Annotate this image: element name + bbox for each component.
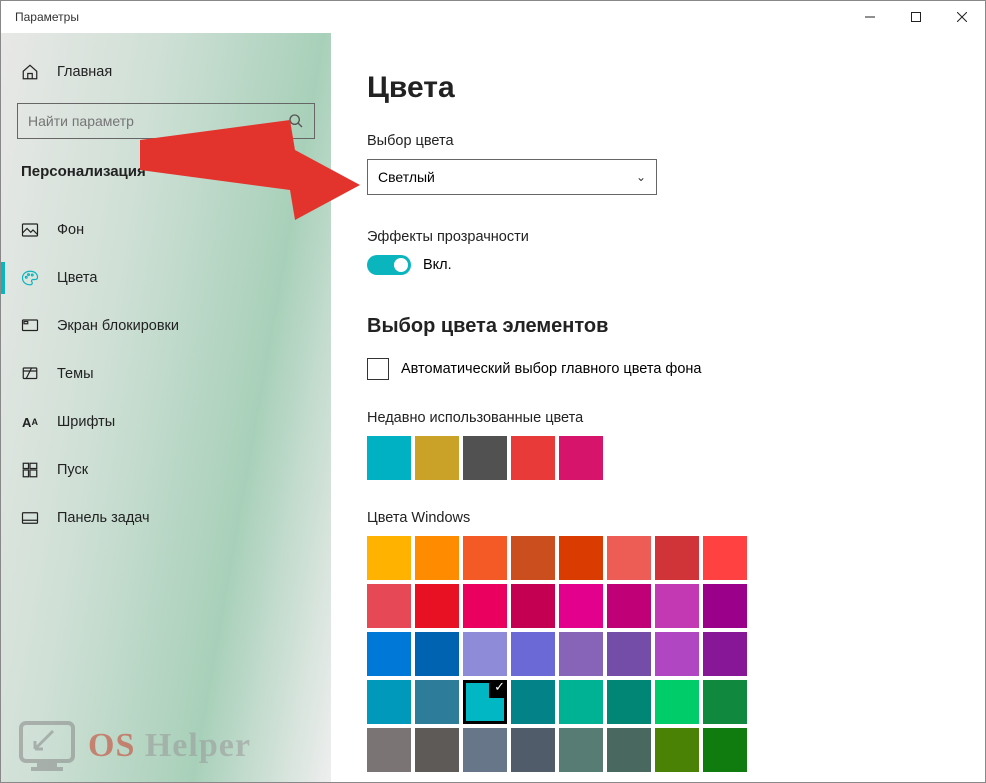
nav-fonts[interactable]: AA Шрифты [17, 398, 315, 446]
nav-themes[interactable]: Темы [17, 350, 315, 398]
color-swatch[interactable] [415, 584, 459, 628]
auto-color-checkbox[interactable] [367, 358, 389, 380]
color-swatch[interactable] [703, 680, 747, 724]
color-swatch[interactable] [559, 536, 603, 580]
color-swatch[interactable] [559, 728, 603, 772]
color-swatch[interactable] [367, 728, 411, 772]
color-swatch[interactable] [367, 536, 411, 580]
accent-heading: Выбор цвета элементов [367, 315, 985, 338]
windows-colors-label: Цвета Windows [367, 510, 985, 526]
color-swatch[interactable]: ✓ [463, 680, 507, 724]
transparency-toggle[interactable] [367, 255, 411, 275]
picture-icon [21, 221, 39, 239]
color-swatch[interactable] [655, 680, 699, 724]
nav-label: Темы [57, 366, 94, 382]
nav-colors[interactable]: Цвета [17, 254, 315, 302]
home-label: Главная [57, 64, 112, 80]
color-swatch[interactable] [511, 728, 555, 772]
color-swatch[interactable] [703, 584, 747, 628]
recent-color-swatch[interactable] [463, 436, 507, 480]
color-swatch[interactable] [511, 536, 555, 580]
search-input[interactable] [28, 113, 288, 129]
color-swatch[interactable] [463, 632, 507, 676]
close-button[interactable] [939, 1, 985, 33]
color-swatch[interactable] [415, 632, 459, 676]
start-icon [21, 461, 39, 479]
fonts-icon: AA [21, 413, 39, 431]
home-icon [21, 63, 39, 81]
lockscreen-icon [21, 317, 39, 335]
recent-color-swatch[interactable] [367, 436, 411, 480]
nav-label: Фон [57, 222, 84, 238]
search-icon [288, 113, 304, 129]
color-swatch[interactable] [463, 728, 507, 772]
nav-lockscreen[interactable]: Экран блокировки [17, 302, 315, 350]
transparency-state: Вкл. [423, 257, 452, 273]
color-swatch[interactable] [655, 584, 699, 628]
sidebar: Главная Персонализация Фон Цвета Экран б… [1, 33, 331, 782]
color-swatch[interactable] [463, 536, 507, 580]
nav-label: Пуск [57, 462, 88, 478]
color-swatch[interactable] [655, 632, 699, 676]
color-swatch[interactable] [367, 584, 411, 628]
page-title: Цвета [367, 71, 985, 105]
home-link[interactable]: Главная [17, 53, 315, 103]
auto-color-label: Автоматический выбор главного цвета фона [401, 361, 701, 377]
select-value: Светлый [378, 169, 435, 185]
maximize-button[interactable] [893, 1, 939, 33]
nav-label: Панель задач [57, 510, 150, 526]
color-swatch[interactable] [607, 728, 651, 772]
color-swatch[interactable] [415, 728, 459, 772]
titlebar: Параметры [1, 1, 985, 33]
minimize-button[interactable] [847, 1, 893, 33]
color-mode-select[interactable]: Светлый ⌄ [367, 159, 657, 195]
color-swatch[interactable] [559, 680, 603, 724]
color-swatch[interactable] [655, 728, 699, 772]
nav-taskbar[interactable]: Панель задач [17, 494, 315, 542]
window-title: Параметры [15, 10, 79, 24]
nav-label: Шрифты [57, 414, 115, 430]
recent-color-swatch[interactable] [415, 436, 459, 480]
nav-background[interactable]: Фон [17, 206, 315, 254]
color-swatch[interactable] [559, 584, 603, 628]
themes-icon [21, 365, 39, 383]
color-swatch[interactable] [655, 536, 699, 580]
nav-start[interactable]: Пуск [17, 446, 315, 494]
color-swatch[interactable] [511, 632, 555, 676]
recent-color-swatch[interactable] [511, 436, 555, 480]
color-swatch[interactable] [511, 680, 555, 724]
recent-colors-row [367, 436, 985, 480]
transparency-label: Эффекты прозрачности [367, 229, 985, 245]
color-swatch[interactable] [559, 632, 603, 676]
color-swatch[interactable] [415, 536, 459, 580]
content: Цвета Выбор цвета Светлый ⌄ Эффекты проз… [331, 33, 985, 782]
section-title: Персонализация [17, 163, 315, 206]
window-controls [847, 1, 985, 33]
color-swatch[interactable] [463, 584, 507, 628]
nav-label: Экран блокировки [57, 318, 179, 334]
recent-colors-label: Недавно использованные цвета [367, 410, 985, 426]
nav-label: Цвета [57, 270, 97, 286]
color-swatch[interactable] [607, 680, 651, 724]
windows-colors-grid: ✓ [367, 536, 985, 772]
color-swatch[interactable] [415, 680, 459, 724]
color-swatch[interactable] [511, 584, 555, 628]
recent-color-swatch[interactable] [559, 436, 603, 480]
color-swatch[interactable] [703, 536, 747, 580]
color-swatch[interactable] [607, 584, 651, 628]
palette-icon [21, 269, 39, 287]
color-swatch[interactable] [367, 680, 411, 724]
chevron-down-icon: ⌄ [636, 170, 646, 184]
search-box[interactable] [17, 103, 315, 139]
color-mode-label: Выбор цвета [367, 133, 985, 149]
color-swatch[interactable] [703, 632, 747, 676]
color-swatch[interactable] [367, 632, 411, 676]
color-swatch[interactable] [703, 728, 747, 772]
taskbar-icon [21, 509, 39, 527]
color-swatch[interactable] [607, 536, 651, 580]
color-swatch[interactable] [607, 632, 651, 676]
